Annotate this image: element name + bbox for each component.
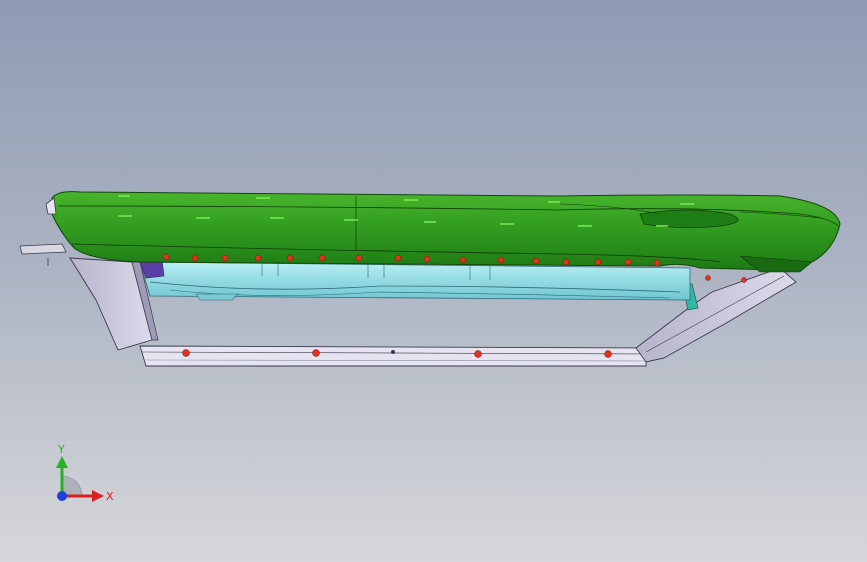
cad-viewport[interactable]: Y X: [0, 0, 867, 562]
x-axis-label: X: [106, 490, 114, 503]
coordinate-triad: Y X: [56, 443, 114, 503]
left-pin: [19, 243, 67, 266]
z-axis-icon: [57, 491, 67, 501]
3d-model[interactable]: [0, 0, 867, 562]
rail-hole: [391, 350, 395, 354]
y-axis-label: Y: [57, 443, 65, 456]
